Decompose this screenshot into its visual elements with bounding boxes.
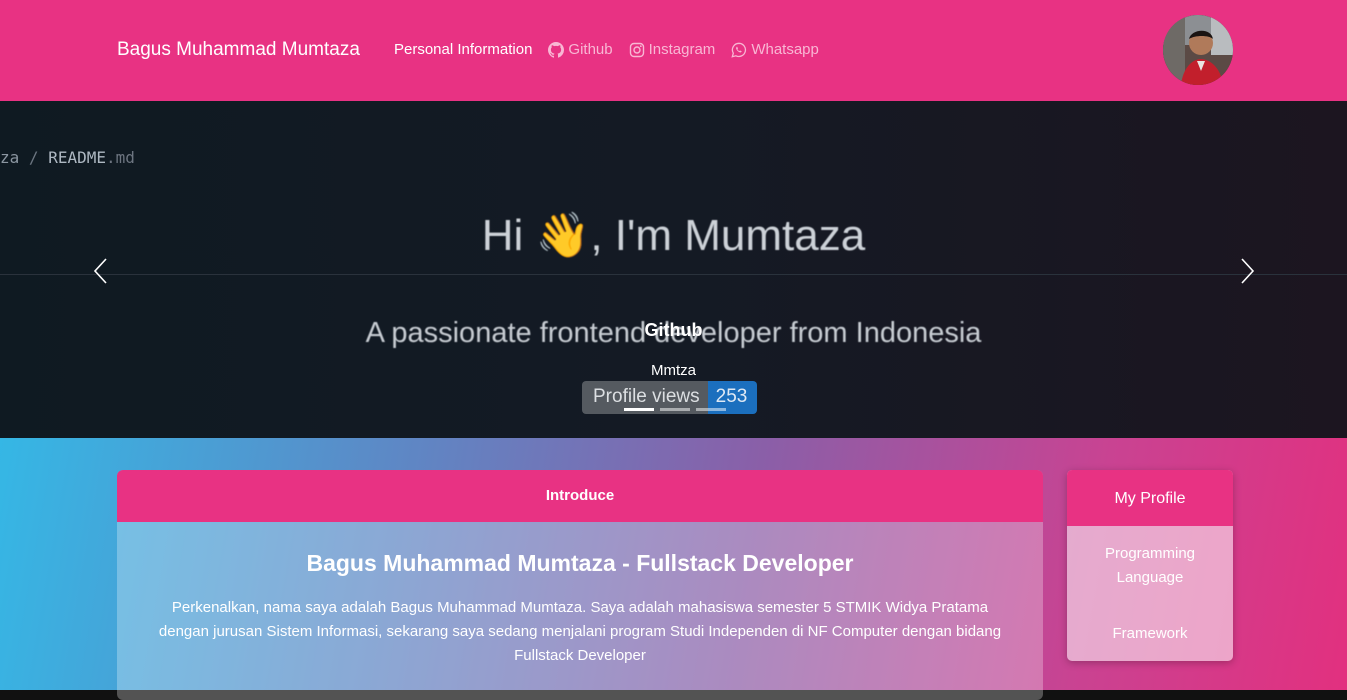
path-prefix: za: [0, 148, 20, 167]
carousel-indicators: [624, 408, 726, 411]
nav-link-label: Whatsapp: [751, 41, 819, 58]
path-separator: /: [28, 148, 39, 167]
nav-link-github[interactable]: Github: [548, 41, 613, 58]
introduce-text: Perkenalkan, nama saya adalah Bagus Muha…: [158, 599, 1002, 664]
chevron-left-icon: [93, 258, 107, 284]
avatar[interactable]: [1163, 15, 1233, 85]
nav-link-whatsapp[interactable]: Whatsapp: [731, 41, 819, 58]
introduce-card: Introduce Bagus Muhammad Mumtaza - Fulls…: [117, 470, 1043, 700]
hero-title-post: , I'm Mumtaza: [590, 211, 866, 260]
introduce-title: Bagus Muhammad Mumtaza - Fullstack Devel…: [306, 550, 854, 576]
profile-item-framework[interactable]: Framework: [1067, 590, 1233, 646]
carousel-indicator-3[interactable]: [696, 408, 726, 411]
slide-divider: [0, 274, 1347, 275]
nav-link-personal-information[interactable]: Personal Information: [394, 41, 532, 58]
navbar: Bagus Muhammad Mumtaza Personal Informat…: [0, 0, 1347, 101]
carousel-prev-button[interactable]: [86, 256, 116, 286]
brand-name[interactable]: Bagus Muhammad Mumtaza: [117, 39, 360, 61]
github-icon: [548, 41, 565, 58]
path-file: README: [48, 148, 106, 167]
my-profile-header: My Profile: [1067, 470, 1233, 526]
slide-hero-title: Hi 👋, I'm Mumtaza: [0, 209, 1347, 261]
main-content: Introduce Bagus Muhammad Mumtaza - Fulls…: [0, 438, 1347, 700]
hero-title-pre: Hi: [481, 211, 536, 260]
whatsapp-icon: [731, 42, 747, 58]
carousel-caption-subtitle: Mmtza: [651, 362, 696, 379]
hero-carousel: za / README.md Hi 👋, I'm Mumtaza A passi…: [0, 101, 1347, 438]
slide-file-path: za / README.md: [0, 148, 135, 167]
nav-link-label: Instagram: [648, 41, 716, 58]
nav-links: Personal Information Github Instagram Wh…: [394, 41, 819, 58]
chevron-right-icon: [1241, 258, 1255, 284]
carousel-indicator-1[interactable]: [624, 408, 654, 411]
instagram-icon: [629, 42, 644, 57]
nav-link-label: Github: [568, 41, 613, 58]
waving-hand-emoji: 👋: [535, 211, 591, 260]
nav-link-instagram[interactable]: Instagram: [629, 41, 716, 58]
my-profile-card: My Profile Programming Language Framewor…: [1067, 470, 1233, 661]
nav-link-label: Personal Information: [394, 41, 533, 58]
avatar-photo: [1163, 15, 1233, 85]
path-ext: .md: [105, 148, 135, 167]
carousel-indicator-2[interactable]: [660, 408, 690, 411]
profile-item-programming-language[interactable]: Programming Language: [1067, 526, 1233, 590]
introduce-card-header: Introduce: [117, 470, 1043, 522]
carousel-caption-title: Github: [644, 320, 703, 340]
carousel-next-button[interactable]: [1232, 256, 1262, 286]
